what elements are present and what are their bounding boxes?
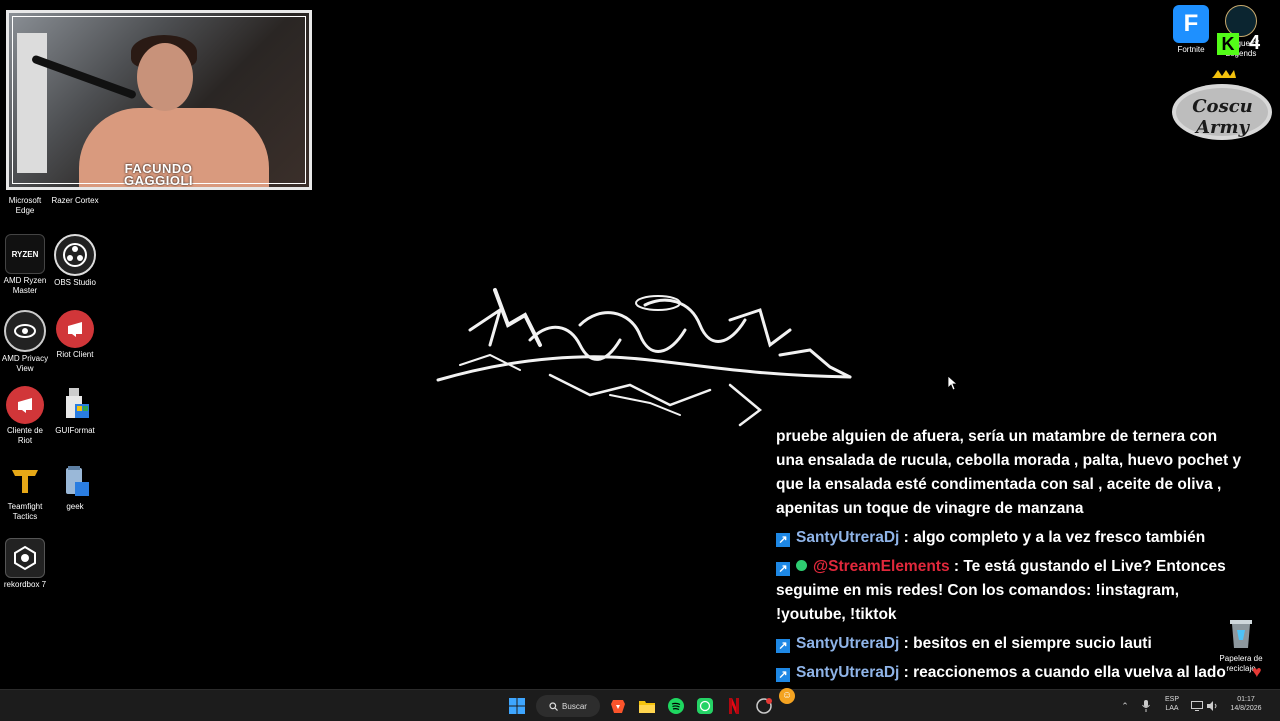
- chat-message-text: : besitos en el siempre sucio lauti: [899, 635, 1152, 652]
- geek-icon: [56, 462, 94, 500]
- network-tray-button[interactable]: [1190, 695, 1204, 717]
- webcam-overlay: FACUNDO GAGGIOLI: [6, 10, 312, 190]
- desktop-icon-riot-client[interactable]: Riot Client: [50, 310, 100, 360]
- app-taskbar-button[interactable]: [754, 695, 774, 717]
- chat-username: SantyUtreraDj: [796, 635, 900, 652]
- desktop-icon-ryzen-master[interactable]: RYZEN AMD Ryzen Master: [0, 234, 50, 296]
- desktop-icon-label: geek: [66, 502, 84, 511]
- clock[interactable]: 01:17 14/8/2026: [1226, 695, 1266, 713]
- chat-message: ↗ @StreamElements : Te está gustando el L…: [776, 555, 1246, 627]
- chat-message: ↗ SantyUtreraDj : algo completo y a la ve…: [776, 526, 1246, 550]
- riot-icon: [6, 386, 44, 424]
- brave-taskbar-button[interactable]: [608, 695, 628, 717]
- ryzen-icon: RYZEN: [5, 234, 45, 274]
- chat-username: SantyUtreraDj: [796, 664, 900, 681]
- volume-tray-button[interactable]: [1206, 695, 1220, 717]
- desktop-icon-label: Microsoft Edge: [8, 196, 42, 215]
- obs-icon: [54, 234, 96, 276]
- whatsapp-icon: [697, 698, 713, 714]
- whatsapp-taskbar-button[interactable]: [695, 695, 715, 717]
- language-line1: ESP: [1164, 696, 1179, 703]
- desktop-icon-label: GUIFormat: [55, 426, 95, 435]
- desktop-icon-tft[interactable]: Teamfight Tactics: [0, 462, 50, 522]
- desktop-icon-razer-cortex[interactable]: Razer Cortex: [50, 196, 100, 206]
- folder-icon: [639, 701, 655, 713]
- usb-icon: [56, 386, 94, 424]
- kick-count: 4: [1249, 32, 1261, 54]
- search-label: Buscar: [562, 701, 587, 711]
- tray-chevron-up-icon[interactable]: ⌃: [1119, 695, 1131, 717]
- app-icon: [756, 698, 772, 714]
- subscriber-badge-icon: ↗: [776, 562, 790, 576]
- mouse-cursor-icon: [948, 376, 958, 391]
- desktop-icon-fortnite[interactable]: F Fortnite: [1166, 5, 1216, 55]
- desktop-icon-label: AMD Ryzen Master: [3, 276, 47, 295]
- streamer-name-tag: FACUNDO GAGGIOLI: [124, 162, 193, 188]
- desktop-icon-amd-privacy[interactable]: AMD Privacy View: [0, 310, 50, 374]
- subscriber-badge-icon: ↗: [776, 668, 790, 682]
- tft-icon: [6, 462, 44, 500]
- start-button[interactable]: [506, 695, 528, 717]
- chat-username: SantyUtreraDj: [796, 529, 900, 546]
- desktop-icon-rekordbox[interactable]: rekordbox 7: [0, 538, 50, 590]
- recycle-bin-icon: [1222, 614, 1260, 652]
- spotify-icon: [668, 698, 684, 714]
- taskbar-search[interactable]: Buscar: [536, 695, 600, 717]
- heart-icon: ♥: [1252, 664, 1262, 681]
- microphone-tray-button[interactable]: [1140, 695, 1152, 717]
- speaker-icon: [1207, 701, 1217, 711]
- microphone-icon: [1142, 700, 1150, 712]
- riot-icon: [56, 310, 94, 348]
- search-icon: [549, 701, 558, 711]
- emoji-icon: ☺: [779, 688, 795, 704]
- chat-message: ↗ SantyUtreraDj : besitos en el siempre s…: [776, 632, 1246, 656]
- language-line2: LAA: [1165, 705, 1179, 712]
- netflix-icon: [729, 698, 739, 714]
- desktop-icon-label: Teamfight Tactics: [7, 502, 43, 521]
- clock-time: 01:17: [1237, 696, 1255, 703]
- desktop-icon-label: Fortnite: [1177, 45, 1205, 54]
- stream-chat: pruebe alguien de afuera, sería un matam…: [776, 425, 1246, 714]
- desktop-icon-edge[interactable]: Microsoft Edge: [0, 196, 50, 216]
- desktop-icon-label: rekordbox 7: [3, 580, 47, 589]
- ryzen-icon-text: RYZEN: [11, 249, 39, 259]
- desktop-icon-obs[interactable]: OBS Studio: [50, 234, 100, 288]
- language-indicator[interactable]: ESP LAA: [1160, 695, 1184, 713]
- desktop-icon-label: AMD Privacy View: [1, 354, 49, 373]
- coscu-army-logo: Coscu Army: [1170, 68, 1275, 146]
- graffiti-logo: [436, 288, 852, 427]
- chat-message-text: pruebe alguien de afuera, sería un matam…: [776, 428, 1242, 517]
- netflix-taskbar-button[interactable]: [724, 695, 744, 717]
- verified-badge-icon: [796, 560, 807, 571]
- streamer-name-line2: GAGGIOLI: [124, 173, 193, 188]
- kick-icon: K: [1217, 33, 1239, 55]
- privacy-icon: [4, 310, 46, 352]
- file-explorer-taskbar-button[interactable]: [637, 695, 657, 717]
- rekordbox-icon: [5, 538, 45, 578]
- monitor-network-icon: [1191, 701, 1203, 711]
- subscriber-badge-icon: ↗: [776, 533, 790, 547]
- desktop-icon-guiformat[interactable]: GUIFormat: [50, 386, 100, 436]
- desktop-icon-label: Razer Cortex: [51, 196, 99, 205]
- spotify-taskbar-button[interactable]: [666, 695, 686, 717]
- chat-username: @StreamElements: [813, 558, 950, 575]
- taskbar: Buscar ☺ ⌃ ESP LAA 01:17 14/8/2026: [0, 688, 1280, 721]
- kick-icon-letter: K: [1221, 34, 1235, 54]
- windows-icon: [509, 698, 525, 714]
- chat-message-text: : algo completo y a la vez fresco tambié…: [899, 529, 1206, 546]
- subscriber-badge-icon: ↗: [776, 639, 790, 653]
- desktop-icon-cliente-riot[interactable]: Cliente de Riot: [0, 386, 50, 446]
- webcam-frame: [12, 16, 306, 184]
- fortnite-icon: F: [1173, 5, 1209, 43]
- chat-message: pruebe alguien de afuera, sería un matam…: [776, 425, 1246, 521]
- desktop-icon-label: OBS Studio: [54, 278, 96, 287]
- desktop-icon-geek[interactable]: geek: [50, 462, 100, 512]
- desktop-icon-label: Riot Client: [56, 350, 94, 359]
- fortnite-icon-letter: F: [1183, 10, 1199, 37]
- clock-date: 14/8/2026: [1230, 705, 1262, 712]
- army-logo-text: Coscu Army: [1192, 96, 1253, 138]
- desktop-icon-label: Cliente de Riot: [6, 426, 44, 445]
- brave-icon: [611, 700, 625, 713]
